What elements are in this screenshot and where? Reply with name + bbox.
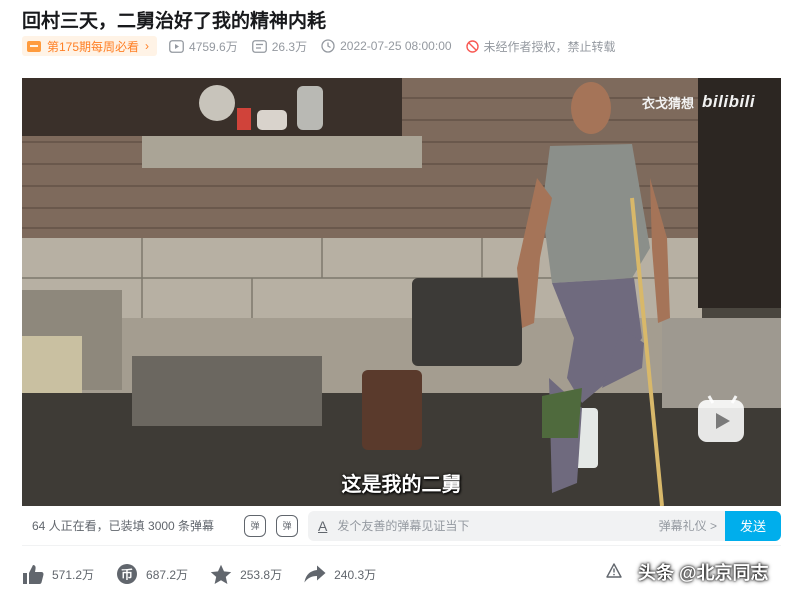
video-player[interactable]: 衣戈猜想 bilibili 这是我的二舅 — [22, 78, 781, 506]
weekly-icon — [27, 40, 41, 52]
favorite-button[interactable]: 253.8万 — [210, 564, 282, 585]
report-button[interactable] — [606, 563, 622, 578]
star-icon — [210, 564, 232, 584]
send-danmaku-button[interactable]: 发送 — [725, 510, 781, 541]
share-count: 240.3万 — [334, 567, 377, 582]
video-subtitle: 这是我的二舅 — [341, 474, 462, 496]
danmaku-count-value: 26.3万 — [271, 39, 308, 54]
danmaku-etiquette-link[interactable]: 弹幕礼仪 > — [659, 517, 717, 534]
favorite-count: 253.8万 — [240, 567, 283, 582]
danmaku-bar: 64 人正在看，已装填 3000 条弹幕 弹 弹 A 发个友善的弹幕见证当下 弹… — [22, 506, 781, 546]
video-watermark: 衣戈猜想 bilibili — [642, 92, 755, 112]
like-count: 571.2万 — [52, 567, 95, 582]
view-count-value: 4759.6万 — [189, 39, 238, 54]
thumbs-up-icon — [23, 564, 44, 584]
warning-icon — [606, 563, 622, 578]
danmaku-placeholder: 发个友善的弹幕见证当下 — [337, 519, 470, 533]
bilibili-logo: bilibili — [702, 92, 756, 111]
play-count-icon — [169, 39, 184, 53]
coin-count: 687.2万 — [146, 567, 189, 582]
video-frame — [22, 78, 781, 506]
video-title: 回村三天，二舅治好了我的精神内耗 — [22, 11, 327, 32]
toutiao-watermark: 头条 @北京同志 — [638, 563, 769, 583]
publish-date-value: 2022-07-25 08:00:00 — [340, 39, 452, 53]
share-icon — [304, 565, 326, 583]
weekly-must-watch-badge[interactable]: 第175期每周必看 › — [22, 36, 158, 56]
weekly-badge-label: 第175期每周必看 — [47, 39, 140, 54]
chevron-right-icon: › — [145, 39, 150, 53]
like-button[interactable]: 571.2万 — [22, 564, 94, 585]
forbidden-icon — [465, 39, 479, 53]
play-icon — [716, 413, 730, 429]
danmaku-icon — [251, 39, 267, 53]
watermark-uploader: 衣戈猜想 — [642, 95, 695, 111]
coin-icon: 币 — [117, 564, 138, 584]
video-meta: 第175期每周必看 › 4759.6万 26.3万 2022-07-25 08:… — [22, 36, 630, 56]
danmaku-settings-icon[interactable]: 弹 — [276, 514, 298, 537]
viewers-count: 64 人正在看，已装填 3000 条弹幕 — [32, 519, 215, 533]
play-button[interactable] — [698, 400, 744, 442]
font-style-icon[interactable]: A — [318, 518, 327, 534]
copyright-text: 未经作者授权，禁止转载 — [483, 39, 616, 54]
danmaku-toggle-icon[interactable]: 弹 — [244, 514, 266, 537]
svg-text:币: 币 — [121, 568, 133, 582]
coin-button[interactable]: 币 687.2万 — [116, 563, 188, 585]
danmaku-input[interactable]: A 发个友善的弹幕见证当下 弹幕礼仪 > — [308, 510, 725, 541]
clock-icon — [321, 39, 335, 53]
publish-date: 2022-07-25 08:00:00 — [321, 39, 452, 53]
copyright-notice: 未经作者授权，禁止转载 — [465, 38, 616, 55]
danmaku-count: 26.3万 — [251, 38, 308, 55]
share-button[interactable]: 240.3万 — [304, 565, 376, 583]
action-toolbar: 571.2万 币 687.2万 253.8万 240.3万 — [22, 562, 398, 586]
view-count: 4759.6万 — [169, 38, 238, 55]
